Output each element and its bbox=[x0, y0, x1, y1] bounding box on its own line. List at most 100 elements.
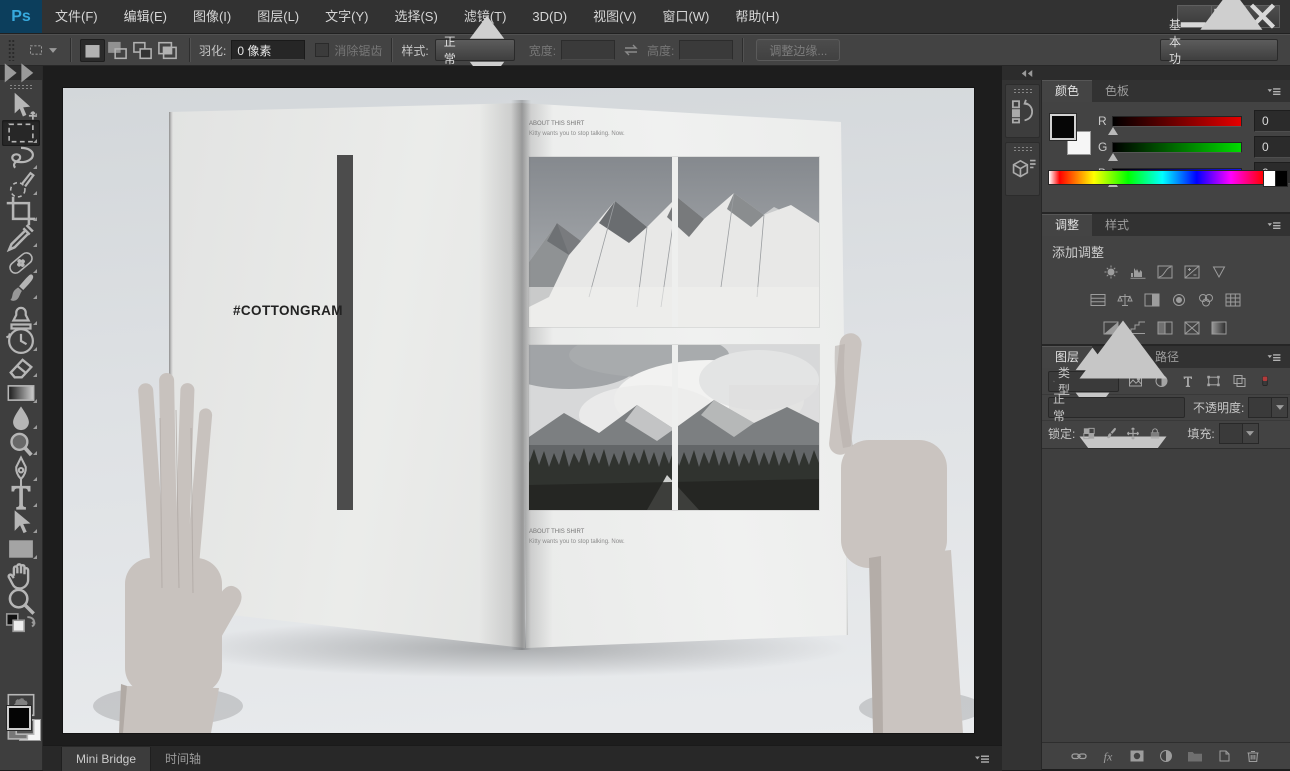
new-layer-icon[interactable] bbox=[1215, 748, 1233, 764]
layers-list[interactable] bbox=[1042, 448, 1290, 743]
layers-panel: 图层 通道 路径 类型 正常 不透明度: 锁定: 填充: bbox=[1042, 346, 1290, 448]
red-slider-thumb[interactable] bbox=[1108, 127, 1118, 135]
color-lookup-icon[interactable] bbox=[1223, 292, 1243, 308]
add-selection-button[interactable] bbox=[105, 39, 130, 62]
menu-image[interactable]: 图像(I) bbox=[180, 0, 244, 33]
red-slider[interactable] bbox=[1112, 116, 1242, 127]
width-label: 宽度: bbox=[529, 42, 556, 59]
3d-cube-icon bbox=[1006, 153, 1039, 186]
color-panel-tabs: 颜色 色板 bbox=[1042, 80, 1290, 102]
expand-panels-icon[interactable] bbox=[1020, 69, 1034, 78]
height-input[interactable] bbox=[679, 40, 733, 60]
menu-layer[interactable]: 图层(L) bbox=[244, 0, 312, 33]
panel-menu-icon[interactable] bbox=[1266, 220, 1282, 231]
new-group-icon[interactable] bbox=[1186, 748, 1204, 764]
menu-type[interactable]: 文字(Y) bbox=[312, 0, 381, 33]
color-spectrum-ramp[interactable] bbox=[1048, 170, 1264, 185]
separator bbox=[189, 38, 190, 62]
magazine-spine bbox=[511, 100, 531, 650]
toolbar-header bbox=[0, 66, 42, 80]
exposure-icon[interactable] bbox=[1182, 264, 1202, 280]
caption-top-line1: ABOUT THIS SHIRT bbox=[529, 120, 625, 130]
panel-menu-icon[interactable] bbox=[1266, 352, 1282, 363]
foreground-color-swatch[interactable] bbox=[7, 706, 31, 730]
magazine-right-page: ABOUT THIS SHIRT Kitty wants you to stop… bbox=[519, 98, 851, 654]
menu-window[interactable]: 窗口(W) bbox=[649, 0, 722, 33]
adjustment-layer-icon[interactable] bbox=[1157, 748, 1175, 764]
delete-layer-icon[interactable] bbox=[1244, 748, 1262, 764]
tab-color[interactable]: 颜色 bbox=[1042, 80, 1092, 102]
layers-panel-footer: fx bbox=[1042, 742, 1290, 769]
foreground-color-swatch[interactable] bbox=[1050, 114, 1076, 140]
channel-mixer-icon[interactable] bbox=[1196, 292, 1216, 308]
tab-mini-bridge[interactable]: Mini Bridge bbox=[61, 747, 151, 771]
link-layers-icon[interactable] bbox=[1070, 748, 1088, 764]
tab-adjustments[interactable]: 调整 bbox=[1042, 214, 1092, 236]
menu-bar: Ps 文件(F) 编辑(E) 图像(I) 图层(L) 文字(Y) 选择(S) 滤… bbox=[0, 0, 1290, 34]
layer-mask-icon[interactable] bbox=[1128, 748, 1146, 764]
tab-styles[interactable]: 样式 bbox=[1092, 214, 1142, 236]
selection-mode-group bbox=[80, 39, 180, 62]
tab-timeline[interactable]: 时间轴 bbox=[151, 747, 215, 771]
lock-all-icon[interactable] bbox=[1147, 426, 1163, 441]
swap-width-height-icon[interactable] bbox=[621, 42, 641, 58]
selective-color-icon[interactable] bbox=[1182, 320, 1202, 336]
green-slider[interactable] bbox=[1112, 142, 1242, 153]
filter-shape-icon[interactable] bbox=[1204, 373, 1223, 389]
feather-input[interactable] bbox=[231, 40, 305, 60]
panel-menu-icon[interactable] bbox=[1266, 86, 1282, 97]
levels-icon[interactable] bbox=[1128, 264, 1148, 280]
document-image[interactable]: #COTTONGRAM ABOUT THIS SHIRT Kitty wants… bbox=[63, 88, 974, 733]
blend-mode-dropdown[interactable]: 正常 bbox=[1048, 397, 1185, 418]
svg-text:fx: fx bbox=[1104, 750, 1113, 764]
color-panel: 颜色 色板 R 0 G 0 B 0 bbox=[1042, 80, 1290, 212]
layer-style-icon[interactable]: fx bbox=[1099, 748, 1117, 764]
history-panel-button[interactable] bbox=[1005, 84, 1040, 138]
menu-3d[interactable]: 3D(D) bbox=[519, 0, 580, 33]
caption-bottom: ABOUT THIS SHIRT Kitty wants you to stop… bbox=[529, 528, 625, 547]
refine-edge-button[interactable]: 调整边缘... bbox=[756, 39, 840, 61]
menu-file[interactable]: 文件(F) bbox=[42, 0, 111, 33]
filter-switch-icon[interactable] bbox=[1259, 373, 1271, 389]
gradient-map-icon[interactable] bbox=[1209, 320, 1229, 336]
3d-panel-button[interactable] bbox=[1005, 142, 1040, 196]
width-input[interactable] bbox=[561, 40, 615, 60]
blend-mode-row: 正常 不透明度: bbox=[1042, 394, 1290, 421]
filter-smart-object-icon[interactable] bbox=[1230, 373, 1249, 389]
vibrance-icon[interactable] bbox=[1209, 264, 1229, 280]
fill-caret[interactable] bbox=[1242, 424, 1258, 443]
panel-color-swatches bbox=[1050, 114, 1090, 158]
green-slider-thumb[interactable] bbox=[1108, 153, 1118, 161]
chevron-down-icon bbox=[49, 48, 57, 53]
antialias-checkbox[interactable] bbox=[315, 43, 329, 57]
intersect-selection-button[interactable] bbox=[155, 39, 180, 62]
adjustment-row-1 bbox=[1101, 264, 1229, 280]
opacity-dropdown[interactable] bbox=[1248, 397, 1288, 418]
separator bbox=[742, 38, 743, 62]
tab-swatches[interactable]: 色板 bbox=[1092, 80, 1142, 102]
style-dropdown[interactable]: 正常 bbox=[435, 39, 515, 61]
workspace-switcher[interactable]: 基本功能 bbox=[1160, 39, 1278, 61]
curves-icon[interactable] bbox=[1155, 264, 1175, 280]
lock-transparent-icon[interactable] bbox=[1081, 426, 1097, 441]
menu-help[interactable]: 帮助(H) bbox=[722, 0, 792, 33]
lock-position-icon[interactable] bbox=[1125, 426, 1141, 441]
collapse-toolbar-icon[interactable] bbox=[0, 61, 38, 85]
menu-view[interactable]: 视图(V) bbox=[580, 0, 649, 33]
green-value[interactable]: 0 bbox=[1254, 136, 1290, 158]
red-value[interactable]: 0 bbox=[1254, 110, 1290, 132]
lock-image-icon[interactable] bbox=[1103, 426, 1119, 441]
menu-edit[interactable]: 编辑(E) bbox=[111, 0, 180, 33]
canvas-area[interactable]: #COTTONGRAM ABOUT THIS SHIRT Kitty wants… bbox=[43, 66, 1002, 745]
menu-select[interactable]: 选择(S) bbox=[381, 0, 450, 33]
fill-dropdown[interactable] bbox=[1219, 423, 1259, 444]
opacity-caret[interactable] bbox=[1271, 398, 1287, 417]
brightness-contrast-icon[interactable] bbox=[1101, 264, 1121, 280]
tool-preset-picker[interactable] bbox=[23, 39, 61, 61]
default-swap-colors[interactable] bbox=[2, 614, 40, 636]
subtract-selection-button[interactable] bbox=[130, 39, 155, 62]
photo-grid-bottom bbox=[529, 345, 819, 510]
panel-menu-icon[interactable] bbox=[974, 753, 990, 765]
new-selection-button[interactable] bbox=[80, 39, 105, 62]
spectrum-black-swatch[interactable] bbox=[1275, 170, 1288, 187]
